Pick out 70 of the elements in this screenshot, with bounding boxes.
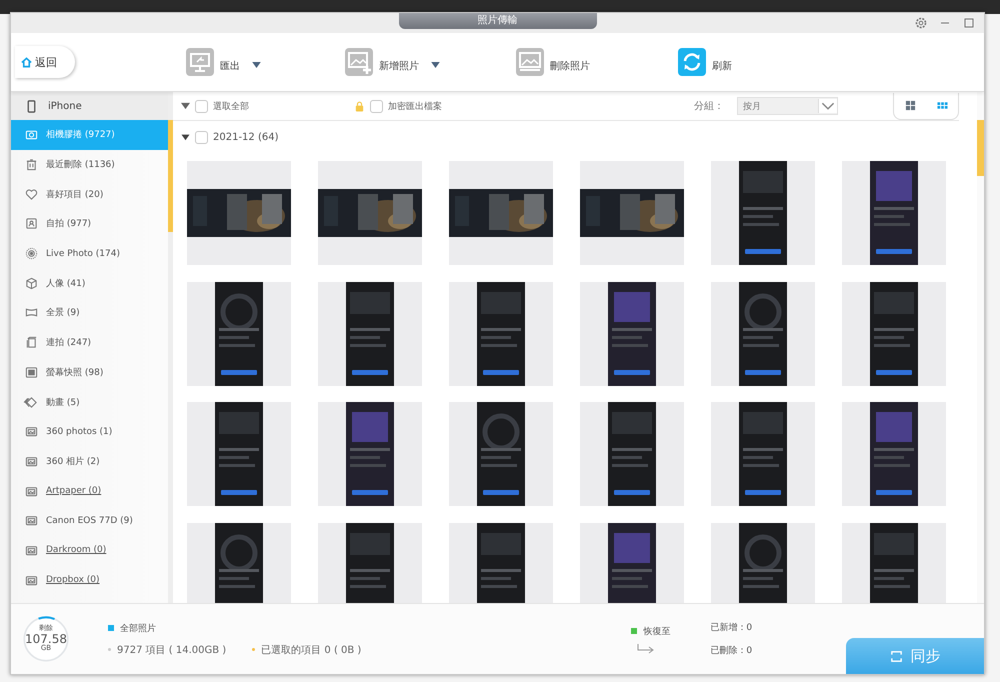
window-title: 照片傳輸 xyxy=(398,13,596,29)
home-icon xyxy=(21,56,32,68)
items-count: 9727 項目 ( 14.00GB ) xyxy=(117,644,226,656)
sync-icon xyxy=(890,650,902,662)
live-icon xyxy=(25,247,38,260)
album-icon xyxy=(25,425,38,438)
toolbar-button[interactable]: 新增照片 xyxy=(345,48,440,76)
camera-icon xyxy=(25,128,38,142)
maximize-icon[interactable] xyxy=(962,16,976,30)
collapse-icon[interactable] xyxy=(181,102,190,110)
album-icon xyxy=(25,544,38,557)
group-checkbox[interactable] xyxy=(195,130,208,144)
storage-value: 107.58 xyxy=(25,632,67,646)
trash-icon xyxy=(25,158,38,172)
album-icon xyxy=(25,574,38,587)
sidebar-item[interactable]: Live Photo (174) xyxy=(11,238,168,268)
sidebar-item[interactable]: 人像 (41) xyxy=(11,268,168,298)
sidebar-item[interactable]: Darkroom (0) xyxy=(11,536,168,566)
toolbar-button[interactable]: 刪除照片 xyxy=(516,48,590,76)
restore-label: 恢復至 xyxy=(643,626,670,638)
album-icon xyxy=(25,454,38,468)
phone-icon xyxy=(25,100,38,112)
legend-label: 全部照片 xyxy=(120,622,156,634)
back-button[interactable]: 返回 xyxy=(15,46,75,78)
cube-icon xyxy=(25,276,38,290)
album-icon xyxy=(25,484,38,498)
lock-icon xyxy=(354,100,365,112)
chevron-icon xyxy=(818,99,837,113)
sidebar-item[interactable]: 最近刪除 (1136) xyxy=(11,150,168,180)
heart-icon xyxy=(25,188,38,201)
sidebar-item[interactable]: Dropbox (0) xyxy=(11,565,168,595)
device-header: iPhone xyxy=(11,92,168,120)
encrypt-label[interactable]: 加密匯出檔案 xyxy=(388,100,442,112)
caret-icon[interactable] xyxy=(252,62,261,68)
sidebar-item[interactable]: Canon EOS 77D (9) xyxy=(11,506,168,536)
group-title: 2021-12 (64) xyxy=(213,132,278,142)
sidebar-item[interactable]: 螢幕快照 (98) xyxy=(11,358,168,388)
select-all-checkbox[interactable] xyxy=(195,100,208,112)
selected-count: 已選取的項目 0 ( 0B ) xyxy=(261,644,362,656)
burst-icon xyxy=(25,336,38,350)
sidebar-item[interactable]: 全景 (9) xyxy=(11,298,168,328)
bullet-icon xyxy=(108,648,111,651)
person-icon xyxy=(25,217,38,230)
select-all-label[interactable]: 選取全部 xyxy=(213,100,249,112)
legend-icon xyxy=(631,628,638,634)
bullet-icon xyxy=(252,648,256,651)
added-count: 已新增：0 xyxy=(710,622,752,634)
album-icon xyxy=(25,514,38,528)
toolbar-button[interactable]: 刷新 xyxy=(678,48,732,76)
screenshot-icon xyxy=(25,366,38,379)
group-select[interactable]: 按月 xyxy=(737,97,838,115)
animation-icon xyxy=(25,396,38,409)
expand-icon[interactable] xyxy=(181,133,190,141)
sidebar-item[interactable]: Artpaper (0) xyxy=(11,476,168,506)
sidebar-item[interactable]: 360 photos (1) xyxy=(11,416,168,447)
legend-icon xyxy=(108,625,114,631)
sidebar-item[interactable]: 360 相片 (2) xyxy=(11,446,168,476)
sidebar-item[interactable]: 喜好項目 (20) xyxy=(11,179,168,210)
deleted-count: 已刪除：0 xyxy=(710,644,752,657)
toolbar-button[interactable]: 匯出 xyxy=(186,48,261,76)
encrypt-checkbox[interactable] xyxy=(370,100,383,112)
sidebar-item[interactable]: 連拍 (247) xyxy=(11,328,168,358)
panorama-icon xyxy=(25,306,38,320)
scrollbar-thumb[interactable] xyxy=(977,120,984,176)
group-label: 分組： xyxy=(694,100,724,113)
settings-icon[interactable] xyxy=(914,16,928,30)
sidebar-item[interactable]: 自拍 (977) xyxy=(11,209,168,239)
sidebar-item[interactable]: 動畫 (5) xyxy=(11,387,168,417)
scrollbar-thumb[interactable] xyxy=(168,120,173,232)
caret-icon[interactable] xyxy=(431,62,440,68)
